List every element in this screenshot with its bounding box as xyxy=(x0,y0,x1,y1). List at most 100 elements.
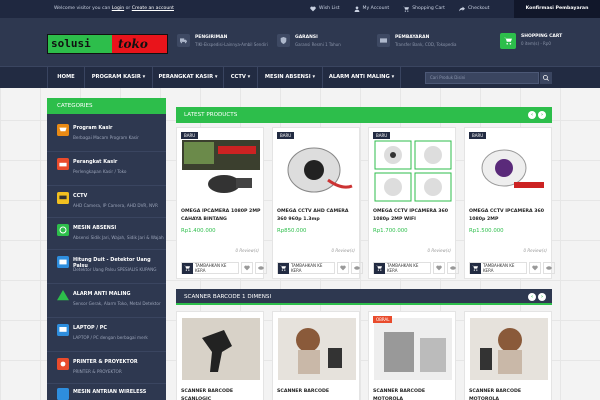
product-name[interactable]: OMEGA IPCAMERA 1080P 2MP CAHAYA BINTANG xyxy=(181,208,263,224)
compare-button[interactable] xyxy=(447,262,459,274)
wifi-camera-image[interactable] xyxy=(374,140,452,202)
scanner-image[interactable] xyxy=(470,318,548,380)
product-name[interactable]: SCANNER BARCODE xyxy=(277,388,359,396)
product-card[interactable]: SCANNER BARCODE MOTOROLA xyxy=(464,311,552,400)
main-nav: HOME PROGRAM KASIR ▾ PERANGKAT KASIR ▾ C… xyxy=(0,66,600,88)
product-price: Rp850.000 xyxy=(277,228,307,234)
cart-icon xyxy=(57,124,69,136)
projector-icon xyxy=(57,358,69,370)
logo[interactable]: solusi toko xyxy=(47,34,168,54)
categories-title: CATEGORIES xyxy=(47,98,166,114)
nav-program-kasir[interactable]: PROGRAM KASIR ▾ xyxy=(85,67,153,88)
category-program-kasir[interactable]: Program Kasir Berbagai Macam Program Kasi… xyxy=(47,124,166,152)
wishlist-button[interactable] xyxy=(529,262,541,274)
category-alarm[interactable]: ALARM ANTI MALING Sensor Gerak, Alarm Tok… xyxy=(47,290,166,318)
product-card[interactable]: BARU OMEGA CCTV IPCAMERA 360 1080p 2MP W… xyxy=(368,127,459,279)
eye-icon xyxy=(450,266,456,270)
shield-icon xyxy=(280,37,287,44)
create-account-link[interactable]: Create an account xyxy=(132,6,174,11)
compare-button[interactable] xyxy=(255,262,267,274)
top-bar: Welcome visitor you can Login or Create … xyxy=(0,0,600,18)
starlight-camera-image[interactable] xyxy=(182,140,260,202)
panoramic-camera-image[interactable] xyxy=(470,140,548,202)
cart-icon xyxy=(403,6,410,12)
wishlist-link[interactable]: Wish List xyxy=(310,0,340,18)
add-to-cart-button[interactable]: TAMBAHKAN KE KERA xyxy=(277,262,335,274)
truck-icon xyxy=(180,38,187,44)
alarm-icon xyxy=(57,290,69,301)
nav-mesin-absensi[interactable]: MESIN ABSENSI ▾ xyxy=(258,67,323,88)
category-laptop[interactable]: LAPTOP / PC LAPTOP / PC dengan berbagai m… xyxy=(47,324,166,352)
sale-badge: OBRAL xyxy=(373,316,393,323)
product-reviews[interactable]: 0 Review(s) xyxy=(524,248,547,253)
next-arrow-icon[interactable]: › xyxy=(538,293,546,301)
product-card[interactable]: BARU OMEGA CCTV AHD CAMERA 360 960p 1.3m… xyxy=(272,127,363,279)
nav-perangkat-kasir[interactable]: PERANGKAT KASIR ▾ xyxy=(153,67,224,88)
category-perangkat-kasir[interactable]: Perangkat Kasir Perlengkapan Kasir / Toko xyxy=(47,158,166,186)
shopping-cart-link[interactable]: Shopping Cart xyxy=(403,0,445,18)
compare-button[interactable] xyxy=(543,262,555,274)
prev-arrow-icon[interactable]: ‹ xyxy=(528,293,536,301)
fisheye-camera-image[interactable] xyxy=(278,140,356,202)
eye-icon xyxy=(546,266,552,270)
eye-icon xyxy=(258,266,264,270)
product-name[interactable]: SCANNER BARCODE MOTOROLA xyxy=(469,388,551,400)
checkout-link[interactable]: Checkout xyxy=(458,0,489,18)
product-reviews[interactable]: 0 Review(s) xyxy=(332,248,355,253)
category-mesin-absensi[interactable]: MESIN ABSENSI Absensi Sidik Jari, Wajah, … xyxy=(47,224,166,250)
category-cctv[interactable]: CCTV AHD Camera, IP Camera, AHD DVR, NVR xyxy=(47,192,166,218)
add-to-cart-button[interactable]: TAMBAHKAN KE KERA xyxy=(373,262,431,274)
product-name[interactable]: OMEGA CCTV AHD CAMERA 360 960p 1.3mp xyxy=(277,208,359,224)
compare-button[interactable] xyxy=(351,262,363,274)
heart-icon xyxy=(310,6,316,12)
eye-icon xyxy=(354,266,360,270)
product-card[interactable]: BARU OMEGA IPCAMERA 1080P 2MP CAHAYA BIN… xyxy=(176,127,267,279)
my-account-link[interactable]: My Account xyxy=(354,0,389,18)
payment-info: PEMBAYARAN Transfer Bank, COD, Tokopedia xyxy=(377,34,456,47)
queue-icon xyxy=(57,388,69,400)
heart-icon xyxy=(244,265,250,271)
welcome-text: Welcome visitor you can Login or Create … xyxy=(54,6,174,11)
nav-alarm[interactable]: ALARM ANTI MALING ▾ xyxy=(323,67,401,88)
new-badge: BARU xyxy=(469,132,487,139)
scanner-image[interactable] xyxy=(278,318,356,380)
login-link[interactable]: Login xyxy=(112,6,124,11)
cart-icon xyxy=(504,37,512,45)
product-card[interactable]: SCANNER BARCODE SCANLOGIC xyxy=(176,311,264,400)
wishlist-button[interactable] xyxy=(337,262,349,274)
laptop-icon xyxy=(57,324,69,336)
printer-icon xyxy=(57,158,69,170)
next-arrow-icon[interactable]: › xyxy=(538,111,546,119)
wishlist-button[interactable] xyxy=(241,262,253,274)
product-card[interactable]: BARU OMEGA CCTV IPCAMERA 360 1080p 2MP R… xyxy=(464,127,555,279)
cart-icon xyxy=(280,265,287,271)
product-reviews[interactable]: 0 Review(s) xyxy=(236,248,259,253)
shopping-cart-summary[interactable]: SHOPPING CART 0 item(s) - Rp0 xyxy=(500,33,562,49)
new-badge: BARU xyxy=(181,132,199,139)
nav-cctv[interactable]: CCTV ▾ xyxy=(224,67,258,88)
category-hitung-duit[interactable]: Hitung Duit - Detektor Uang Palsu Detekto… xyxy=(47,256,166,284)
category-printer-proyektor[interactable]: PRINTER & PROYEKTOR PRINTER & PROYEKTOR xyxy=(47,358,166,384)
search-button[interactable] xyxy=(540,72,552,84)
user-icon xyxy=(354,6,359,12)
product-name[interactable]: OMEGA CCTV IPCAMERA 360 1080p 2MP xyxy=(469,208,551,224)
wishlist-button[interactable] xyxy=(433,262,445,274)
add-to-cart-button[interactable]: TAMBAHKAN KE KERA xyxy=(469,262,527,274)
product-card[interactable]: SCANNER BARCODE xyxy=(272,311,360,400)
product-name[interactable]: OMEGA CCTV IPCAMERA 360 1080p 2MP WIFI xyxy=(373,208,455,224)
prev-arrow-icon[interactable]: ‹ xyxy=(528,111,536,119)
shipping-info: PENGIRIMAN TIKI-Ekspedisi-Lainnya-Ambil S… xyxy=(177,34,268,47)
confirm-payment-button[interactable]: Konfirmasi Pembayaran xyxy=(514,0,600,18)
add-to-cart-button[interactable]: TAMBAHKAN KE KERA xyxy=(181,262,239,274)
search-input[interactable]: Cari Produk Disini xyxy=(425,72,539,84)
product-name[interactable]: SCANNER BARCODE MOTOROLA xyxy=(373,388,455,400)
category-mesin-antrian[interactable]: MESIN ANTRIAN WIRELESS xyxy=(47,388,166,400)
product-reviews[interactable]: 0 Review(s) xyxy=(428,248,451,253)
nav-home[interactable]: HOME xyxy=(47,67,85,88)
scanner-image[interactable] xyxy=(374,318,452,380)
product-card[interactable]: OBRAL SCANNER BARCODE MOTOROLA xyxy=(368,311,456,400)
scanner-image[interactable] xyxy=(182,318,260,380)
product-name[interactable]: SCANNER BARCODE SCANLOGIC xyxy=(181,388,263,400)
categories-sidebar: CATEGORIES Program Kasir Berbagai Macam P… xyxy=(47,98,166,400)
cart-icon xyxy=(376,265,383,271)
